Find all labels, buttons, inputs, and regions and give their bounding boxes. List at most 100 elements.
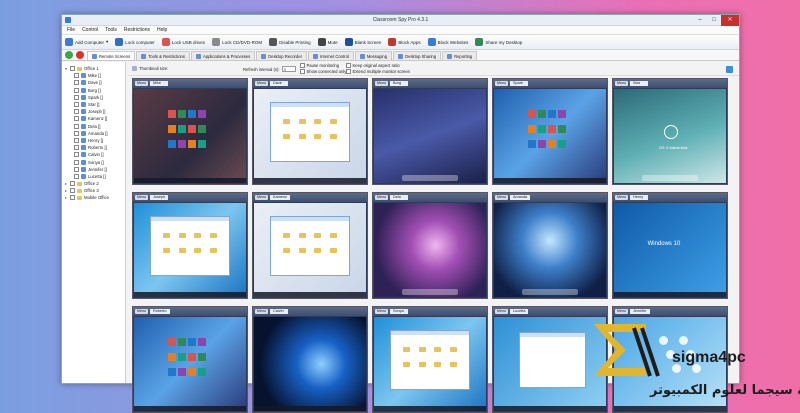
checkbox[interactable]	[74, 145, 79, 151]
tree-computer[interactable]: Dave []	[62, 79, 125, 86]
remote-screen-henry[interactable]: Menu Henry Windows 10	[612, 192, 728, 299]
tile-menu-button[interactable]: Menu	[615, 81, 628, 86]
menu-tools[interactable]: Tools	[105, 27, 117, 33]
tree-computer[interactable]: Dela []	[62, 123, 125, 130]
remote-screen-spark[interactable]: Menu Spark	[492, 78, 608, 185]
close-button[interactable]: ✕	[721, 15, 739, 26]
tab-desktop-sharing[interactable]: Desktop Sharing	[393, 51, 442, 60]
tile-menu-button[interactable]: Menu	[135, 309, 148, 314]
tree-group[interactable]: ▸ Office 3	[62, 187, 125, 194]
screen-thumbnail[interactable]	[374, 317, 486, 411]
checkbox[interactable]	[74, 130, 79, 136]
tree-computer[interactable]: Spark []	[62, 94, 125, 101]
menu-restrictions[interactable]: Restrictions	[124, 27, 150, 33]
tab-internet-control[interactable]: Internet Control	[307, 51, 354, 60]
tile-menu-button[interactable]: Menu	[615, 195, 628, 200]
screen-thumbnail[interactable]: OS X Mavericks	[614, 89, 726, 183]
remote-screen-roberto[interactable]: Menu Roberto	[132, 306, 248, 413]
extend-monitor-checkbox[interactable]: Extend multiple monitor screen	[346, 69, 410, 74]
screen-thumbnail[interactable]	[374, 89, 486, 183]
checkbox[interactable]	[74, 173, 79, 179]
screen-thumbnail[interactable]	[134, 89, 246, 183]
remote-screen-dave[interactable]: Menu Dave	[252, 78, 368, 185]
tile-menu-button[interactable]: Menu	[495, 195, 508, 200]
checkbox[interactable]	[74, 102, 79, 108]
checkbox[interactable]	[74, 109, 79, 115]
tree-computer[interactable]: Lucetta []	[62, 173, 125, 180]
tile-menu-button[interactable]: Menu	[135, 81, 148, 86]
remote-screen-amanda[interactable]: Menu Amanda	[492, 192, 608, 299]
checkbox[interactable]	[74, 87, 79, 93]
toolbar-button-lock-computer[interactable]: Lock computer	[115, 38, 155, 46]
tab-reporting[interactable]: Reporting	[442, 51, 478, 60]
tab-applications-processes[interactable]: Applications & Processes	[190, 51, 256, 60]
tab-remote-screens[interactable]: Remote Screens	[87, 51, 136, 60]
maximize-button[interactable]: □	[707, 15, 721, 26]
expand-icon[interactable]: ▸	[64, 188, 68, 193]
tile-menu-button[interactable]: Menu	[375, 309, 388, 314]
screen-thumbnail[interactable]	[134, 203, 246, 297]
tree-computer[interactable]: Amanda []	[62, 130, 125, 137]
checkbox[interactable]	[74, 116, 79, 122]
screen-thumbnail[interactable]	[254, 203, 366, 297]
remote-screen-sonya[interactable]: Menu Sonya	[372, 306, 488, 413]
checkbox[interactable]	[74, 159, 79, 165]
tree-computer[interactable]: Henry []	[62, 137, 125, 144]
start-icon[interactable]	[65, 51, 73, 59]
thumbnail-size-control[interactable]: Thumbnail size:	[132, 66, 168, 71]
toolbar-button-block-apps[interactable]: Block Apps	[388, 38, 421, 46]
menu-help[interactable]: Help	[157, 27, 167, 33]
toolbar-button-blank-screen[interactable]: Blank Screen	[344, 38, 381, 46]
tab-tools-restrictions[interactable]: Tools & Restrictions	[136, 51, 190, 60]
minimize-button[interactable]: –	[693, 15, 707, 26]
checkbox[interactable]	[70, 195, 75, 201]
tile-menu-button[interactable]: Menu	[135, 195, 148, 200]
pause-monitoring-checkbox[interactable]: Pause monitoring	[300, 63, 339, 68]
toolbar-button-lock-usb-drives[interactable]: Lock USB drives	[161, 38, 205, 46]
tree-group[interactable]: ▾ Office 1	[62, 65, 125, 72]
remote-screen-kamenz[interactable]: Menu Kamenz	[252, 192, 368, 299]
tile-menu-button[interactable]: Menu	[255, 81, 268, 86]
remote-screen-joseph[interactable]: Menu Joseph	[132, 192, 248, 299]
tree-computer[interactable]: Kamenz []	[62, 115, 125, 122]
toolbar-button-lock-cd-dvd-rom[interactable]: Lock CD/DVD-ROM	[212, 38, 262, 46]
tree-computer[interactable]: Roberto []	[62, 144, 125, 151]
screen-thumbnail[interactable]	[254, 317, 366, 411]
expand-view-icon[interactable]	[726, 66, 733, 73]
tile-menu-button[interactable]: Menu	[495, 309, 508, 314]
tile-menu-button[interactable]: Menu	[375, 81, 388, 86]
remote-screen-star[interactable]: Menu Star OS X Mavericks	[612, 78, 728, 185]
refresh-interval-select[interactable]: 3	[281, 66, 296, 72]
stop-icon[interactable]	[76, 51, 84, 59]
expand-icon[interactable]: ▸	[64, 181, 68, 186]
expand-icon[interactable]: ▸	[64, 195, 68, 200]
tile-menu-button[interactable]: Menu	[255, 309, 268, 314]
screen-thumbnail[interactable]	[254, 89, 366, 183]
menu-control[interactable]: Control	[82, 27, 98, 33]
screen-thumbnail[interactable]	[494, 89, 606, 183]
remote-screen-dela[interactable]: Menu Dela	[372, 192, 488, 299]
toolbar-button-share-my-desktop[interactable]: Share my Desktop	[475, 38, 522, 46]
checkbox[interactable]	[74, 80, 79, 86]
tile-menu-button[interactable]: Menu	[375, 195, 388, 200]
toolbar-button-block-websites[interactable]: Block Websites	[427, 38, 468, 46]
toolbar-button-disable-printing[interactable]: Disable Printing	[269, 38, 311, 46]
tree-computer[interactable]: Calvin []	[62, 151, 125, 158]
checkbox[interactable]	[74, 94, 79, 100]
tree-computer[interactable]: Mike []	[62, 72, 125, 79]
tree-computer[interactable]: Star []	[62, 101, 125, 108]
keep-aspect-checkbox[interactable]: Keep original aspect ratio	[346, 63, 400, 68]
toolbar-button-add-computer[interactable]: Add Computer ▾	[65, 38, 108, 46]
tree-computer[interactable]: Sonya []	[62, 158, 125, 165]
menu-file[interactable]: File	[67, 27, 75, 33]
remote-screen-borg[interactable]: Menu Borg	[372, 78, 488, 185]
tree-computer[interactable]: Joseph []	[62, 108, 125, 115]
checkbox[interactable]	[70, 66, 75, 72]
tile-menu-button[interactable]: Menu	[495, 81, 508, 86]
tree-group[interactable]: ▸ Mobile Office	[62, 194, 125, 201]
checkbox[interactable]	[74, 73, 79, 79]
tab-messaging[interactable]: Messaging	[354, 51, 393, 60]
toolbar-button-mute[interactable]: Mute	[317, 38, 338, 46]
tree-group[interactable]: ▸ Office 2	[62, 180, 125, 187]
screen-thumbnail[interactable]	[374, 203, 486, 297]
